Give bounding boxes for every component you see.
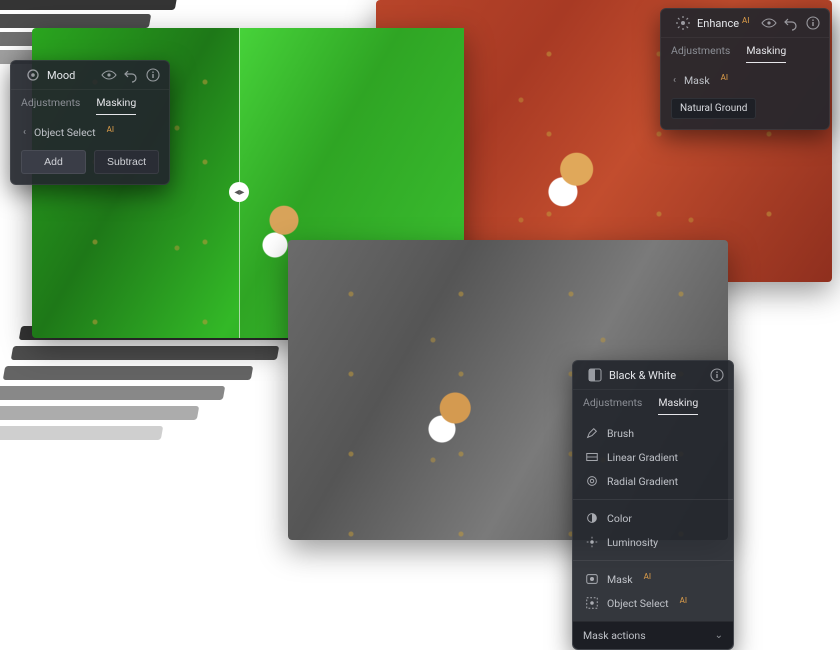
luminosity-label: Luminosity xyxy=(607,536,658,549)
mask-icon xyxy=(585,572,599,586)
eye-icon[interactable] xyxy=(761,15,777,31)
panel-title: Mood xyxy=(47,69,75,82)
info-icon[interactable] xyxy=(145,67,161,83)
info-icon[interactable] xyxy=(805,15,821,31)
linear-gradient-row[interactable]: Linear Gradient xyxy=(583,445,723,469)
undo-icon[interactable] xyxy=(123,67,139,83)
tab-masking[interactable]: Masking xyxy=(746,44,786,63)
panel-mood: Mood Adjustments Masking ‹ Object Select… xyxy=(10,60,170,185)
shadow-stripes xyxy=(0,326,290,476)
mask-chip[interactable]: Natural Ground xyxy=(671,98,756,119)
object-select-label: Object Select xyxy=(607,597,669,610)
object-select-icon xyxy=(585,596,599,610)
object-select-row[interactable]: Object Select AI xyxy=(583,591,723,615)
subtract-button[interactable]: Subtract xyxy=(94,150,159,174)
mask-label: Mask xyxy=(607,573,633,586)
add-button[interactable]: Add xyxy=(21,150,86,174)
luminosity-row[interactable]: Luminosity xyxy=(583,530,723,554)
linear-gradient-icon xyxy=(585,450,599,464)
tab-masking[interactable]: Masking xyxy=(96,96,136,115)
mask-label: Mask xyxy=(684,74,710,87)
chevron-down-icon: ⌄ xyxy=(715,630,723,641)
ai-badge: AI xyxy=(742,16,749,25)
ai-badge: AI xyxy=(107,125,114,134)
mask-row[interactable]: ‹ Mask AI xyxy=(671,69,819,92)
tab-adjustments[interactable]: Adjustments xyxy=(583,396,642,415)
radial-gradient-row[interactable]: Radial Gradient xyxy=(583,469,723,493)
brush-row[interactable]: Brush xyxy=(583,421,723,445)
panel-black-white: Black & White Adjustments Masking Brush … xyxy=(572,360,734,650)
radial-gradient-label: Radial Gradient xyxy=(607,475,678,488)
enhance-icon xyxy=(675,15,691,31)
panel-title: Black & White xyxy=(609,369,676,382)
ai-badge: AI xyxy=(644,572,651,581)
mask-actions-label: Mask actions xyxy=(583,629,646,642)
mask-row[interactable]: Mask AI xyxy=(583,567,723,591)
luminosity-icon xyxy=(585,535,599,549)
ai-badge: AI xyxy=(680,596,687,605)
mask-actions-row[interactable]: Mask actions ⌄ xyxy=(573,621,733,649)
color-icon xyxy=(585,511,599,525)
tab-adjustments[interactable]: Adjustments xyxy=(21,96,80,115)
bw-icon xyxy=(587,367,603,383)
mood-icon xyxy=(25,67,41,83)
ai-badge: AI xyxy=(721,73,728,82)
tab-adjustments[interactable]: Adjustments xyxy=(671,44,730,63)
panel-title: Enhance xyxy=(697,17,739,30)
linear-gradient-label: Linear Gradient xyxy=(607,451,678,464)
panel-enhance: Enhance AI Adjustments Masking ‹ Mask AI… xyxy=(660,8,830,130)
undo-icon[interactable] xyxy=(783,15,799,31)
object-select-row[interactable]: ‹ Object Select AI xyxy=(21,121,159,144)
chevron-left-icon: ‹ xyxy=(23,127,26,138)
radial-gradient-icon xyxy=(585,474,599,488)
tab-masking[interactable]: Masking xyxy=(658,396,698,415)
compare-handle[interactable]: ◂▸ xyxy=(229,182,249,202)
color-row[interactable]: Color xyxy=(583,506,723,530)
object-select-label: Object Select xyxy=(34,126,96,139)
brush-icon xyxy=(585,426,599,440)
chevron-left-icon: ‹ xyxy=(673,75,676,86)
color-label: Color xyxy=(607,512,632,525)
brush-label: Brush xyxy=(607,427,634,440)
eye-icon[interactable] xyxy=(101,67,117,83)
info-icon[interactable] xyxy=(709,367,725,383)
